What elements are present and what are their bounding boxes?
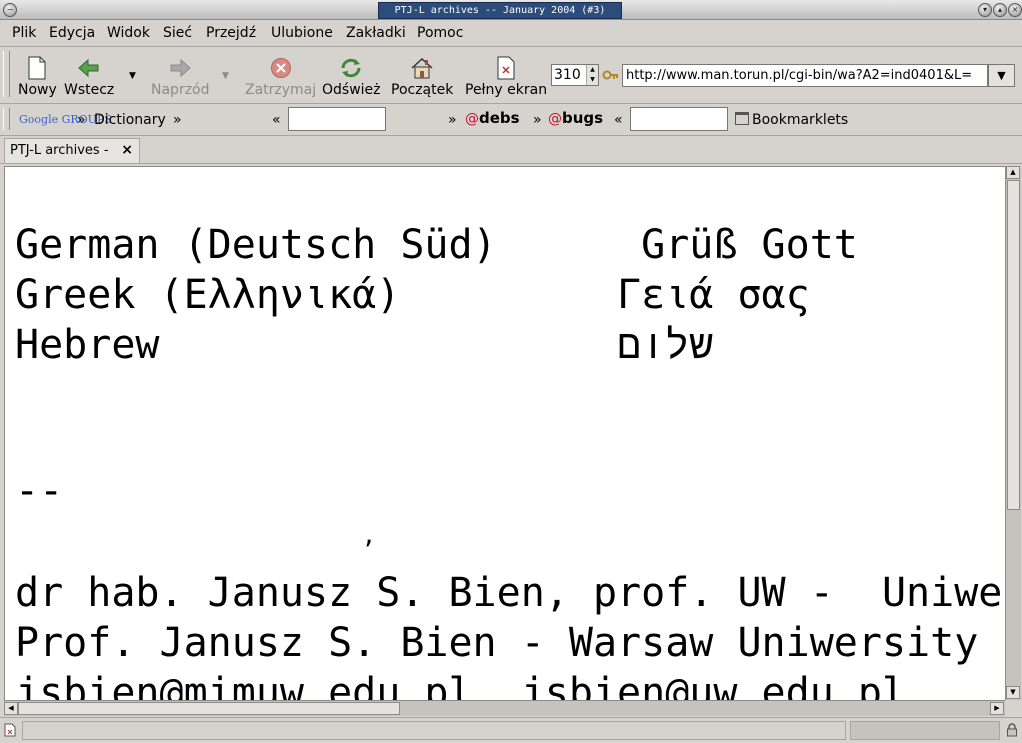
new-button[interactable]: Nowy: [18, 55, 57, 99]
fullscreen-icon: [465, 55, 547, 81]
content-line: jsbien@mimuw.edu.pl jsbien@uw.edu.pl: [15, 670, 907, 701]
menu-view[interactable]: Widok: [107, 24, 150, 42]
content-line: --: [15, 468, 64, 514]
vertical-scroll-thumb[interactable]: [1007, 180, 1020, 510]
window-title: PTJ-L archives -- January 2004 (#3): [378, 2, 622, 19]
separator-right: »: [77, 112, 86, 128]
menu-bar: Plik Edycja Widok Sieć Przejdź Ulubione …: [0, 20, 1022, 47]
content-line: Greek (Ελληνικά) Γειά σας: [15, 272, 810, 318]
scroll-right-arrow-icon[interactable]: ▶: [990, 702, 1004, 715]
forward-arrow-icon: [151, 55, 210, 81]
bookmark-search-input-1[interactable]: [288, 107, 386, 131]
menu-file[interactable]: Plik: [12, 24, 36, 42]
separator-right: »: [448, 112, 457, 128]
vertical-scrollbar[interactable]: ▲ ▼: [1005, 166, 1021, 700]
forward-history-dropdown[interactable]: ▼: [222, 71, 229, 81]
scroll-left-arrow-icon[interactable]: ◀: [4, 702, 18, 715]
horizontal-scroll-thumb[interactable]: [18, 702, 400, 715]
zoom-spinbox[interactable]: 310 ▲ ▼: [551, 64, 599, 86]
reload-button[interactable]: Odśwież: [322, 55, 381, 99]
tab-label: PTJ-L archives -: [10, 143, 109, 158]
url-link-icon[interactable]: [602, 67, 620, 87]
scroll-down-arrow-icon[interactable]: ▼: [1006, 686, 1020, 699]
maximize-button[interactable]: ▴: [993, 3, 1007, 17]
title-bar: − PTJ-L archives -- January 2004 (#3) ▾ …: [0, 0, 1022, 20]
stop-icon: [245, 55, 316, 81]
debian-swirl-icon: @: [465, 111, 479, 127]
menu-bookmarks[interactable]: Zakładki: [346, 24, 406, 42]
url-history-dropdown[interactable]: ▼: [988, 64, 1015, 87]
close-button[interactable]: ×: [1008, 3, 1022, 17]
separator-right: »: [533, 112, 542, 128]
separator-right: »: [173, 112, 182, 128]
google-groups-logo: Google GROUPS: [19, 113, 112, 126]
content-line: Prof. Janusz S. Bien - Warsaw Uniwersity: [15, 620, 979, 666]
menu-favorites[interactable]: Ulubione: [271, 24, 333, 42]
forward-button[interactable]: Naprzód: [151, 55, 210, 99]
home-button[interactable]: Początek: [391, 55, 453, 99]
home-icon: [391, 55, 453, 81]
folder-icon: [735, 112, 749, 125]
content-line: German (Deutsch Süd) Grüß Gott: [15, 222, 858, 268]
back-button[interactable]: Wstecz: [64, 55, 114, 99]
menu-edit[interactable]: Edycja: [49, 24, 95, 42]
new-document-icon: [18, 55, 57, 81]
debian-swirl-icon: @: [548, 111, 562, 127]
reload-icon: [322, 55, 381, 81]
menu-go[interactable]: Przejdź: [206, 24, 256, 42]
bugs-bookmark[interactable]: @bugs: [548, 109, 603, 128]
tab-ptj-l-archives[interactable]: PTJ-L archives - ×: [4, 138, 140, 163]
tab-close-icon[interactable]: ×: [121, 139, 133, 162]
status-text: [22, 721, 846, 740]
google-groups-bookmark[interactable]: Google GROUPS: [19, 110, 112, 128]
bookmarklets-folder[interactable]: Bookmarklets: [735, 111, 848, 129]
minimize-button[interactable]: ▾: [978, 3, 992, 17]
separator-left: «: [614, 112, 623, 128]
stop-button[interactable]: Zatrzymaj: [245, 55, 316, 99]
content-line: dr hab. Janusz S. Bien, prof. UW - Uniwe…: [15, 570, 1005, 616]
toolbar-grip[interactable]: [3, 51, 10, 97]
page-status-icon: [4, 723, 16, 741]
menu-network[interactable]: Sieć: [163, 24, 192, 42]
window-menu-button[interactable]: −: [3, 3, 17, 17]
security-lock-icon[interactable]: [1006, 723, 1018, 741]
dictionary-bookmark[interactable]: Dictionary: [94, 111, 166, 129]
horizontal-scrollbar[interactable]: ◀ ▶: [4, 700, 1005, 716]
status-bar: [0, 717, 1022, 743]
bookmarks-grip[interactable]: [3, 108, 10, 130]
url-input[interactable]: http://www.man.torun.pl/cgi-bin/wa?A2=in…: [622, 64, 988, 87]
scroll-up-arrow-icon[interactable]: ▲: [1006, 166, 1020, 179]
content-line: Hebrew שלום: [15, 322, 714, 368]
bookmarks-toolbar: Google GROUPS » Dictionary » « » @debs »…: [0, 104, 1022, 234]
menu-help[interactable]: Pomoc: [417, 24, 463, 42]
back-arrow-icon: [64, 55, 114, 81]
progress-bar: [850, 721, 1000, 740]
page-content: German (Deutsch Süd) Grüß Gott Greek (Ελ…: [4, 166, 1005, 701]
fullscreen-button[interactable]: Pełny ekran: [465, 55, 547, 99]
tab-bar: [0, 136, 1022, 164]
bookmark-search-input-2[interactable]: [630, 107, 728, 131]
zoom-spin-arrows[interactable]: ▲ ▼: [586, 65, 598, 85]
zoom-value: 310: [554, 67, 581, 83]
content-line: ,: [15, 521, 377, 549]
separator-left: «: [272, 112, 281, 128]
back-history-dropdown[interactable]: ▼: [129, 71, 136, 81]
debs-bookmark[interactable]: @debs: [465, 109, 520, 128]
